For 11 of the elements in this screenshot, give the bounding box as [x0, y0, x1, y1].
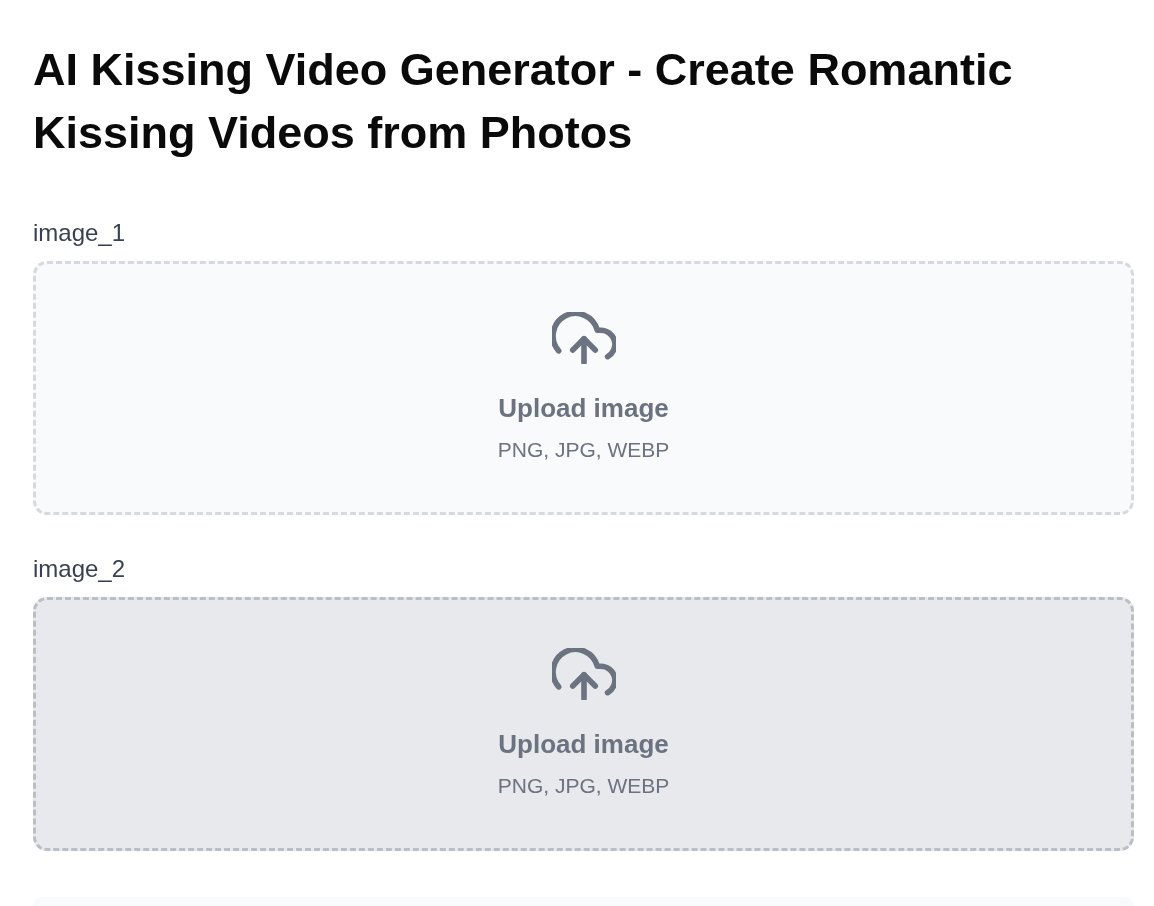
- cloud-upload-icon: [551, 311, 616, 364]
- field-label: image_1: [33, 218, 127, 248]
- file-types-text: PNG, JPG, WEBP: [497, 436, 670, 463]
- field-label: image_2: [33, 554, 127, 584]
- upload-prompt: Upload image: [498, 727, 669, 760]
- file-types-text: PNG, JPG, WEBP: [497, 772, 670, 799]
- cloud-upload-icon: [551, 647, 616, 700]
- upload-dropzone[interactable]: Upload image PNG, JPG, WEBP: [33, 597, 1134, 851]
- upload-dropzone[interactable]: Upload image PNG, JPG, WEBP: [33, 261, 1134, 515]
- page-title: AI Kissing Video Generator - Create Romantic Kissing Videos from Photos: [33, 43, 1014, 160]
- upload-prompt: Upload image: [498, 391, 669, 424]
